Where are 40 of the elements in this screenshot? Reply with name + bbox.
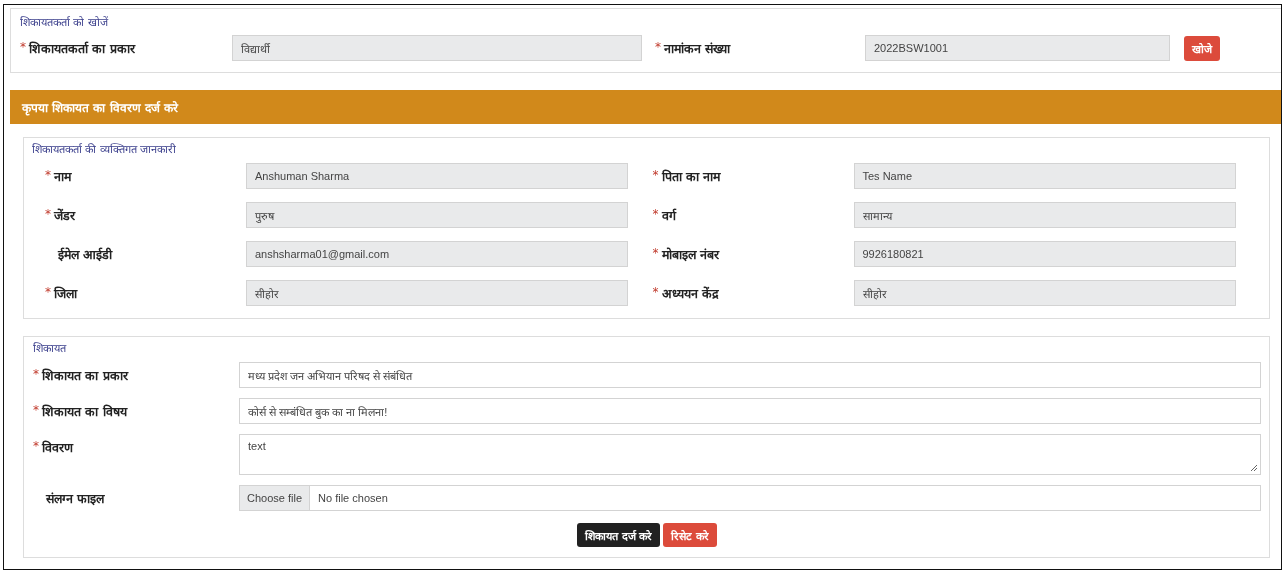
required-marker: * [655, 39, 661, 56]
field-label: नामांकन संख्या [664, 39, 731, 57]
field-label: अध्ययन केंद्र [661, 284, 719, 302]
section-legend: शिकायतकर्ता को खोजें [20, 16, 108, 29]
field-label: पिता का नाम [661, 167, 721, 185]
field-label: मोबाइल नंबर [661, 245, 719, 263]
required-marker: * [652, 206, 659, 223]
resize-grip-icon[interactable] [1250, 464, 1258, 472]
reset-button[interactable]: रिसेट करे [663, 523, 718, 547]
field-label: शिकायत का विषय [42, 403, 127, 420]
field-label: नाम [54, 167, 71, 185]
section-legend: शिकायत [33, 342, 66, 355]
required-marker: * [33, 403, 39, 419]
required-marker: * [33, 367, 39, 383]
choose-file-button[interactable]: Choose file [240, 486, 311, 510]
field-label: शिकायत का प्रकार [42, 367, 128, 384]
required-marker: * [45, 167, 51, 184]
field-label: शिकायतकर्ता का प्रकार [29, 39, 135, 57]
field-label: ईमेल आईडी [58, 245, 113, 263]
submit-button[interactable]: शिकायत दर्ज करे [576, 523, 661, 547]
file-field[interactable]: Choose file No file chosen [239, 485, 1261, 511]
required-marker: * [652, 284, 659, 301]
field-label: जिला [54, 284, 77, 302]
input-field[interactable]: मध्य प्रदेश जन अभियान परिषद से संबंधित [239, 362, 1261, 388]
field-label: संलग्न फाइल [46, 490, 105, 507]
required-marker: * [33, 439, 39, 455]
file-status: No file chosen [317, 492, 388, 504]
required-marker: * [20, 39, 26, 56]
input-field[interactable]: कोर्स से सम्बंधित बुक का ना मिलना! [239, 398, 1261, 424]
search-button[interactable]: खोजे [1184, 35, 1220, 61]
text-area[interactable]: text [239, 434, 1261, 475]
required-marker: * [652, 245, 659, 262]
field-label: वर्ग [661, 206, 676, 224]
field-label: जेंडर [54, 206, 75, 224]
section-legend: शिकायतकर्ता की व्यक्तिगत जानकारी [32, 143, 177, 156]
required-marker: * [652, 167, 659, 184]
required-marker: * [45, 206, 51, 223]
field-label: विवरण [42, 439, 73, 456]
panel-header: कृपया शिकायत का विवरण दर्ज करे [10, 90, 1281, 124]
required-marker: * [45, 284, 51, 301]
